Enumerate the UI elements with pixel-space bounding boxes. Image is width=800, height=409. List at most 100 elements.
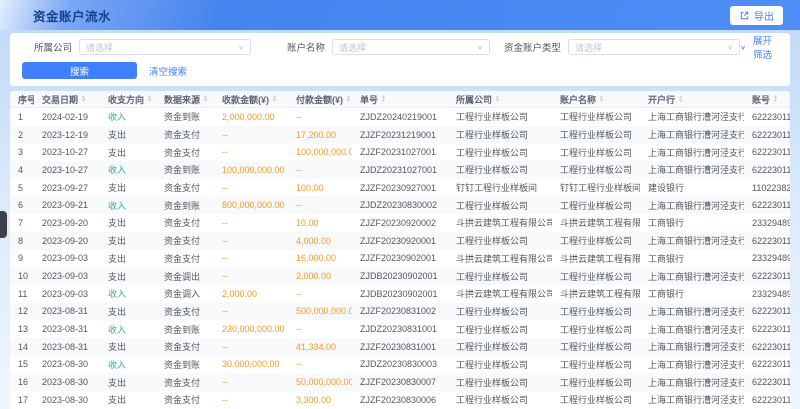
cell-index: 17 (10, 395, 34, 405)
cell-company: 工程行业样板公司 (448, 199, 552, 212)
cell-pay-amount: 4,000.00 (288, 236, 352, 246)
cell-pay-amount: 17,200.00 (288, 130, 352, 140)
flow-table: 序号交易日期▲▼收支方向▲▼数据来源▲▼收款金额(¥)▲▼付款金额(¥)▲▼单号… (10, 91, 790, 409)
table-row: 112023-09-03收入资金调入2,000.00--ZJDB20230902… (10, 285, 790, 303)
table-row: 122023-08-31支出资金支付--500,000,000.00ZJZF20… (10, 303, 790, 321)
cell-account-no: 622230111 (744, 324, 790, 334)
table-header-cell-bank[interactable]: 开户行▲▼ (640, 93, 744, 106)
cell-company: 工程行业样板公司 (448, 340, 552, 353)
clear-search-button[interactable]: 清空搜索 (149, 64, 187, 78)
cell-source: 资金支付 (156, 305, 214, 318)
left-drawer-handle[interactable] (0, 211, 7, 238)
filter-buttons-row: 搜索 清空搜索 (22, 62, 778, 79)
cell-doc-no: ZJDZ20230831001 (352, 324, 448, 334)
cell-bank: 建设银行 (640, 181, 744, 194)
cell-index: 13 (10, 324, 34, 334)
table-header-cell-pay-amount[interactable]: 付款金额(¥)▲▼ (288, 93, 352, 106)
table-header-cell-doc-no[interactable]: 单号▲▼ (352, 93, 448, 106)
table-header-cell-account-name[interactable]: 账户名称▲▼ (552, 93, 640, 106)
cell-account-name: 工程行业样板公司 (552, 305, 640, 318)
cell-pay-amount: 41,334.00 (288, 342, 352, 352)
cell-account-name: 工程行业样板公司 (552, 376, 640, 389)
top-header-bar: 资金账户流水 导出 (0, 0, 800, 30)
cell-index: 10 (10, 271, 34, 281)
cell-account-name: 斗拱云建筑工程有限公司 (552, 252, 640, 265)
cell-direction: 支出 (100, 376, 156, 389)
cell-bank: 上海工商银行漕河泾支行 (640, 270, 744, 283)
cell-direction: 支出 (100, 252, 156, 265)
cell-doc-no: ZJZF20230920001 (352, 236, 448, 246)
column-label: 付款金额(¥) (296, 93, 343, 106)
cell-receive-amount: 30,000,000.00 (214, 359, 288, 369)
page-content: 所属公司 请选择 ∨ 账户名称 请选择 ∨ 资金账户类型 请选择 ∨ (0, 30, 800, 409)
export-button[interactable]: 导出 (730, 6, 783, 25)
table-row: 132023-08-31收入资金到账230,000,000.00--ZJDZ20… (10, 320, 790, 338)
cell-company: 工程行业样板公司 (448, 234, 552, 247)
sort-icon: ▲▼ (773, 95, 778, 103)
search-button[interactable]: 搜索 (22, 62, 137, 79)
cell-pay-amount: 10.00 (288, 218, 352, 228)
cell-direction: 收入 (100, 110, 156, 123)
table-row: 152023-08-30收入资金到账30,000,000.00--ZJDZ202… (10, 356, 790, 374)
cell-account-no: 622230111 (744, 342, 790, 352)
table-row: 52023-09-27支出资金支付--100.00ZJZF20230927001… (10, 179, 790, 197)
table-header-cell-source[interactable]: 数据来源▲▼ (156, 93, 214, 106)
cell-trade-date: 2023-09-21 (34, 200, 100, 210)
table-row: 102023-09-03支出资金调出--2,000.00ZJDB20230902… (10, 267, 790, 285)
cell-company: 工程行业样板公司 (448, 323, 552, 336)
table-header-cell-account-no[interactable]: 账号▲▼ (744, 93, 790, 106)
cell-bank: 上海工商银行漕河泾支行 (640, 305, 744, 318)
cell-receive-amount: -- (214, 395, 288, 405)
table-row: 12024-02-19收入资金到账2,000,000.00--ZJDZ20240… (10, 108, 790, 126)
cell-account-no: 622230111 (744, 147, 790, 157)
cell-trade-date: 2023-12-19 (34, 130, 100, 140)
table-row: 72023-09-20支出资金支付--10.00ZJZF20230920002斗… (10, 214, 790, 232)
cell-bank: 上海工商银行漕河泾支行 (640, 234, 744, 247)
sort-icon: ▲▼ (147, 95, 152, 103)
cell-trade-date: 2023-09-03 (34, 253, 100, 263)
cell-direction: 支出 (100, 146, 156, 159)
table-body: 12024-02-19收入资金到账2,000,000.00--ZJDZ20240… (10, 108, 790, 409)
cell-bank: 工商银行 (640, 252, 744, 265)
account-name-select[interactable]: 请选择 ∨ (332, 39, 490, 55)
cell-account-no: 622230111 (744, 165, 790, 175)
cell-index: 5 (10, 183, 34, 193)
table-row: 32023-10-27支出资金支付--100,000,000.00ZJZF202… (10, 143, 790, 161)
cell-index: 4 (10, 165, 34, 175)
account-name-select-placeholder: 请选择 (339, 41, 366, 54)
table-header-cell-trade-date[interactable]: 交易日期▲▼ (34, 93, 100, 106)
cell-source: 资金调入 (156, 287, 214, 300)
cell-pay-amount: 500,000,000.00 (288, 306, 352, 316)
cell-account-name: 工程行业样板公司 (552, 393, 640, 406)
cell-receive-amount: -- (214, 271, 288, 281)
cell-doc-no: ZJZF20231027001 (352, 147, 448, 157)
company-select[interactable]: 请选择 ∨ (79, 39, 251, 55)
cell-company: 钉钉工程行业样板间 (448, 181, 552, 194)
cell-company: 工程行业样板公司 (448, 110, 552, 123)
table-row: 82023-09-20支出资金支付--4,000.00ZJZF202309200… (10, 232, 790, 250)
cell-direction: 支出 (100, 393, 156, 406)
cell-doc-no: ZJDB20230902001 (352, 271, 448, 281)
cell-bank: 上海工商银行漕河泾支行 (640, 146, 744, 159)
cell-direction: 支出 (100, 270, 156, 283)
table-header-cell-company[interactable]: 所属公司▲▼ (448, 93, 552, 106)
cell-source: 资金支付 (156, 393, 214, 406)
cell-pay-amount: -- (288, 324, 352, 334)
cell-index: 8 (10, 236, 34, 246)
cell-receive-amount: -- (214, 342, 288, 352)
table-header-cell-direction[interactable]: 收支方向▲▼ (100, 93, 156, 106)
cell-source: 资金到账 (156, 110, 214, 123)
table-header-cell-receive-amount[interactable]: 收款金额(¥)▲▼ (214, 93, 288, 106)
account-type-filter-label: 资金账户类型 (504, 40, 561, 54)
cell-source: 资金支付 (156, 216, 214, 229)
cell-account-no: 622230111 (744, 130, 790, 140)
cell-pay-amount: 2,000.00 (288, 271, 352, 281)
cell-doc-no: ZJDB20230902001 (352, 289, 448, 299)
expand-filters-link[interactable]: ∨ 展开筛选 (740, 33, 776, 61)
account-type-select[interactable]: 请选择 ∨ (568, 39, 740, 55)
cell-receive-amount: 2,000,000.00 (214, 112, 288, 122)
cell-pay-amount: 100,000,000.00 (288, 147, 352, 157)
chevron-down-icon: ∨ (238, 43, 244, 50)
export-icon (739, 10, 750, 21)
expand-filters-label: 展开筛选 (749, 33, 776, 61)
